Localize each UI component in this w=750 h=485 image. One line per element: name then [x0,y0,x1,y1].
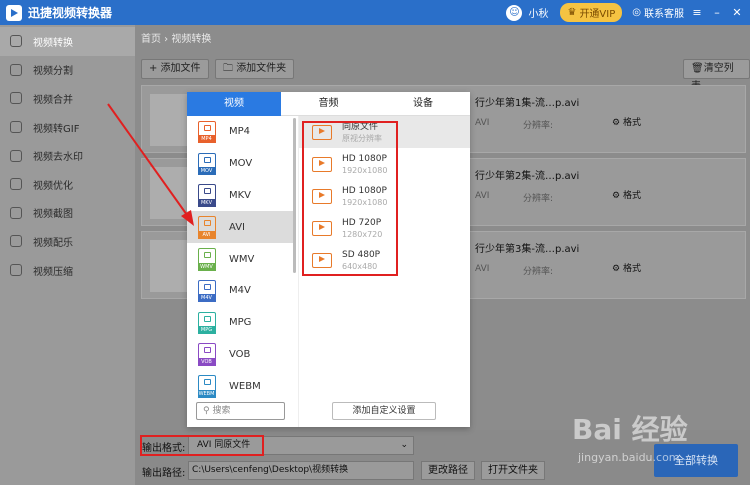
app-window: 迅捷视频转换器 ☺ 小秋 ♛ 开通VIP ◎ 联系客服 ≡ – ✕ 视频转换 视频分割… [0,0,750,485]
baidu-watermark: Bai 经验 [572,413,688,446]
baidu-watermark-url: jingyan.baidu.com [578,451,680,464]
